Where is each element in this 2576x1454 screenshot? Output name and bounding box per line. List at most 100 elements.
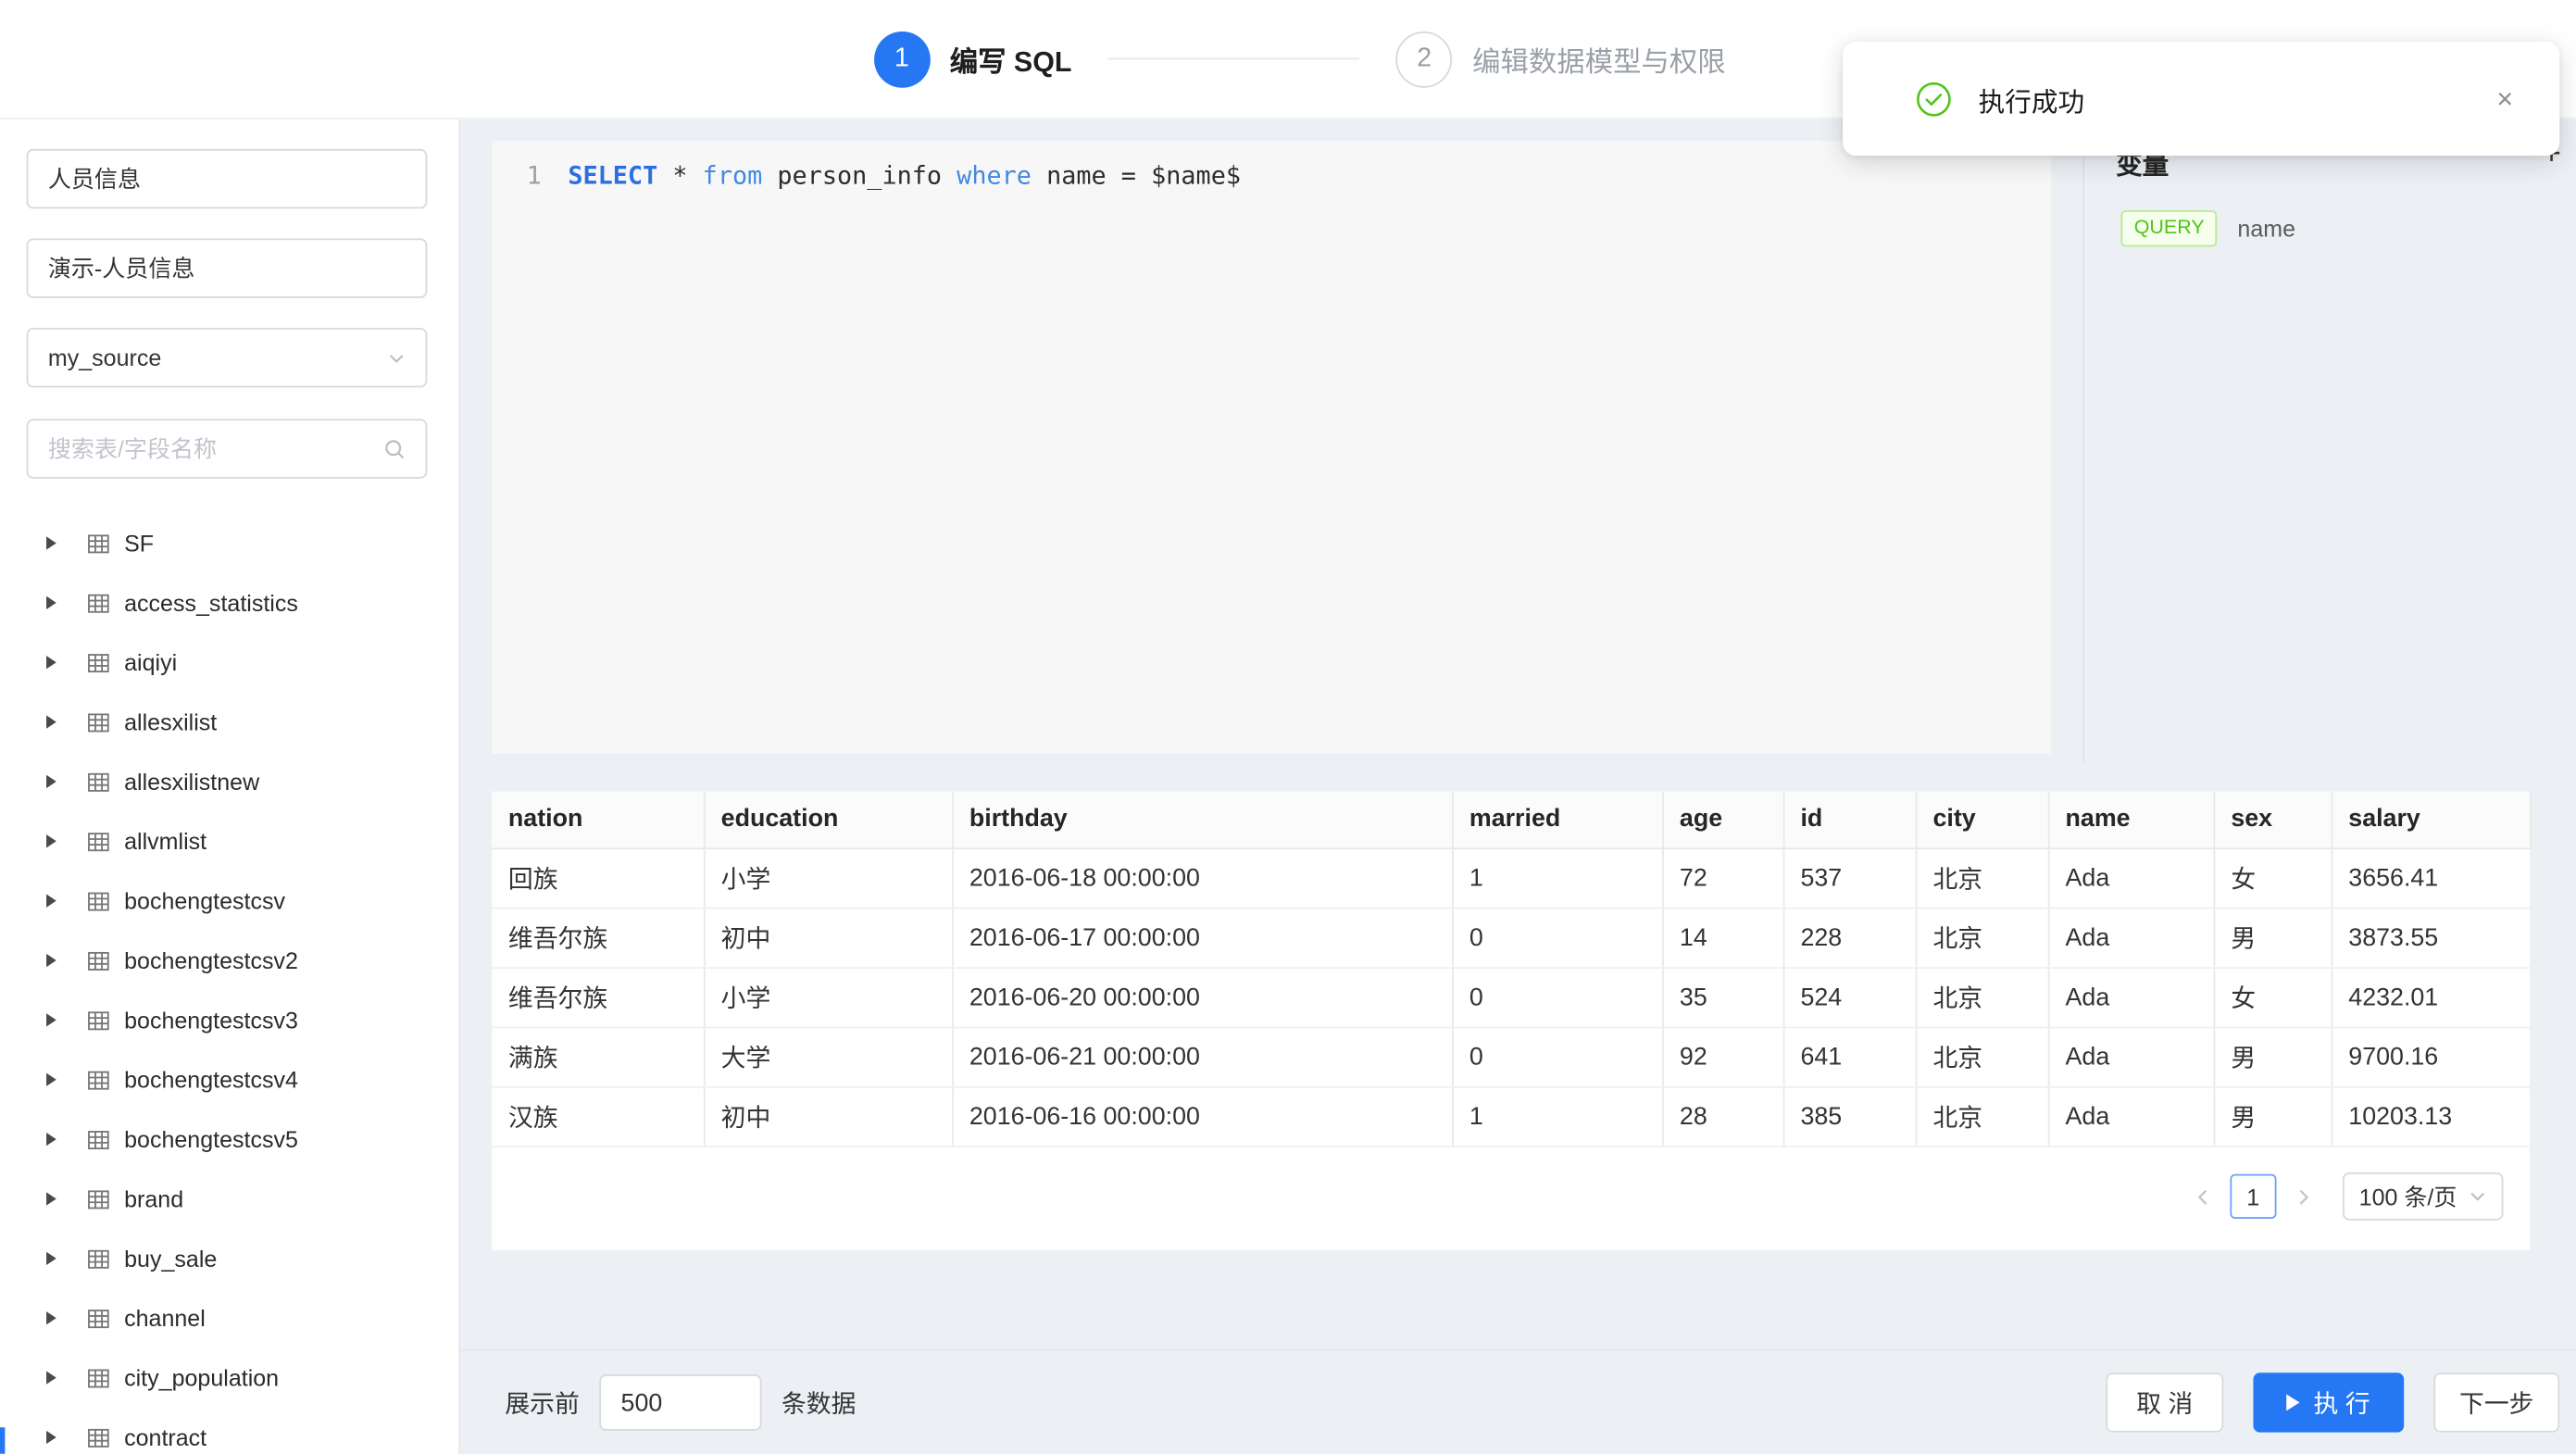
step-connector-line [1108, 58, 1360, 60]
footer-actions: 取 消 执 行 下一步 [2106, 1373, 2559, 1432]
table-row: 维吾尔族 小学 2016-06-20 00:00:00 0 35 524 北京 … [492, 967, 2530, 1026]
success-toast: 执行成功 × [1843, 42, 2559, 156]
table-cell: 小学 [704, 847, 952, 907]
table-name: brand [124, 1185, 183, 1212]
table-tree-item[interactable]: allesxilist [0, 692, 458, 751]
next-page-button[interactable] [2286, 1180, 2320, 1213]
table-cell: 初中 [704, 1086, 952, 1146]
expand-caret-icon[interactable] [46, 1192, 56, 1205]
table-icon [86, 1067, 111, 1092]
table-tree-item[interactable]: bochengtestcsv4 [0, 1050, 458, 1109]
table-tree-item[interactable]: allvmlist [0, 811, 458, 871]
table-cell: 3873.55 [2332, 908, 2531, 967]
row-limit-input[interactable] [599, 1374, 761, 1431]
sidebar-scrollbar-thumb[interactable] [0, 1427, 5, 1454]
table-icon [86, 1186, 111, 1211]
table-icon [86, 1425, 111, 1450]
table-icon [86, 770, 111, 795]
table-tree-item[interactable]: bochengtestcsv5 [0, 1109, 458, 1169]
expand-caret-icon[interactable] [46, 1431, 56, 1444]
datasource-select[interactable]: my_source [27, 328, 428, 387]
current-page[interactable]: 1 [2230, 1174, 2276, 1219]
table-icon [86, 531, 111, 556]
column-header: salary [2332, 792, 2531, 848]
sql-code-line: 1 SELECT * from person_info where name =… [492, 141, 2051, 194]
table-cell: 满族 [492, 1027, 704, 1086]
sql-token: SELECT [568, 160, 657, 190]
page-size-select[interactable]: 100 条/页 [2343, 1172, 2504, 1221]
expand-caret-icon[interactable] [46, 715, 56, 728]
table-name: bochengtestcsv [124, 887, 285, 914]
expand-caret-icon[interactable] [46, 656, 56, 669]
table-cell: 2016-06-20 00:00:00 [952, 967, 1452, 1026]
column-header: name [2048, 792, 2214, 848]
table-name: bochengtestcsv3 [124, 1007, 298, 1034]
table-search-box [27, 419, 428, 478]
table-cell: 女 [2214, 847, 2332, 907]
expand-caret-icon[interactable] [46, 895, 56, 908]
table-tree-item[interactable]: brand [0, 1169, 458, 1228]
next-step-button[interactable]: 下一步 [2433, 1373, 2559, 1432]
table-tree-item[interactable]: aiqiyi [0, 633, 458, 692]
dataset-name-input[interactable] [27, 149, 428, 208]
table-cell: 10203.13 [2332, 1086, 2531, 1146]
table-name: SF [124, 530, 154, 557]
table-tree-item[interactable]: buy_sale [0, 1229, 458, 1288]
expand-caret-icon[interactable] [46, 834, 56, 847]
table-cell: Ada [2048, 847, 2214, 907]
sidebar: my_source SF [0, 119, 460, 1454]
step-1-write-sql[interactable]: 1 编写 SQL [873, 31, 1071, 87]
prev-page-button[interactable] [2187, 1180, 2220, 1213]
column-header: city [1916, 792, 2048, 848]
app: 1 编写 SQL 2 编辑数据模型与权限 my_source [0, 0, 2576, 1454]
table-tree-item[interactable]: access_statistics [0, 573, 458, 633]
expand-caret-icon[interactable] [46, 775, 56, 788]
cancel-button[interactable]: 取 消 [2106, 1373, 2223, 1432]
row-limit-group: 展示前 条数据 [505, 1374, 856, 1431]
table-tree-item[interactable]: contract [0, 1408, 458, 1454]
table-tree-item[interactable]: bochengtestcsv3 [0, 990, 458, 1049]
expand-caret-icon[interactable] [46, 1252, 56, 1265]
expand-caret-icon[interactable] [46, 1013, 56, 1026]
footer-toolbar: 展示前 条数据 取 消 执 行 下一步 [460, 1349, 2576, 1454]
execute-button[interactable]: 执 行 [2253, 1373, 2404, 1432]
expand-caret-icon[interactable] [46, 1371, 56, 1384]
expand-caret-icon[interactable] [46, 954, 56, 967]
sql-code: SELECT * from person_info where name = $… [568, 159, 1241, 194]
table-tree-item[interactable]: allesxilistnew [0, 752, 458, 811]
expand-caret-icon[interactable] [46, 536, 56, 549]
play-icon [2287, 1394, 2300, 1410]
expand-caret-icon[interactable] [46, 596, 56, 609]
table-tree-item[interactable]: city_population [0, 1347, 458, 1407]
table-icon [86, 1008, 111, 1033]
table-cell: 维吾尔族 [492, 908, 704, 967]
table-tree-item[interactable]: bochengtestcsv [0, 871, 458, 930]
sql-editor[interactable]: 1 SELECT * from person_info where name =… [492, 141, 2051, 754]
table-cell: 4232.01 [2332, 967, 2531, 1026]
table-cell: 大学 [704, 1027, 952, 1086]
expand-caret-icon[interactable] [46, 1133, 56, 1146]
table-search-input[interactable] [28, 420, 425, 477]
table-cell: 0 [1452, 967, 1662, 1026]
table-name: bochengtestcsv4 [124, 1066, 298, 1093]
table-name: contract [124, 1424, 206, 1451]
table-tree-item[interactable]: SF [0, 513, 458, 572]
chevron-down-icon [387, 348, 406, 367]
table-icon [86, 1246, 111, 1271]
table-cell: 28 [1662, 1086, 1783, 1146]
dataset-display-name-input[interactable] [27, 238, 428, 297]
step-2-edit-model[interactable]: 2 编辑数据模型与权限 [1396, 31, 1726, 87]
table-cell: Ada [2048, 967, 2214, 1026]
table-tree-item[interactable]: bochengtestcsv2 [0, 931, 458, 990]
expand-caret-icon[interactable] [46, 1073, 56, 1086]
step-2-number: 2 [1396, 31, 1453, 87]
results-table: nationeducationbirthdaymarriedageidcityn… [492, 792, 2531, 1147]
expand-caret-icon[interactable] [46, 1311, 56, 1324]
table-tree-item[interactable]: channel [0, 1288, 458, 1347]
table-cell: 男 [2214, 1027, 2332, 1086]
search-icon [382, 437, 407, 462]
toast-close-button[interactable]: × [2496, 84, 2513, 112]
line-number: 1 [527, 159, 542, 194]
table-cell: 2016-06-17 00:00:00 [952, 908, 1452, 967]
table-name: city_population [124, 1364, 279, 1391]
